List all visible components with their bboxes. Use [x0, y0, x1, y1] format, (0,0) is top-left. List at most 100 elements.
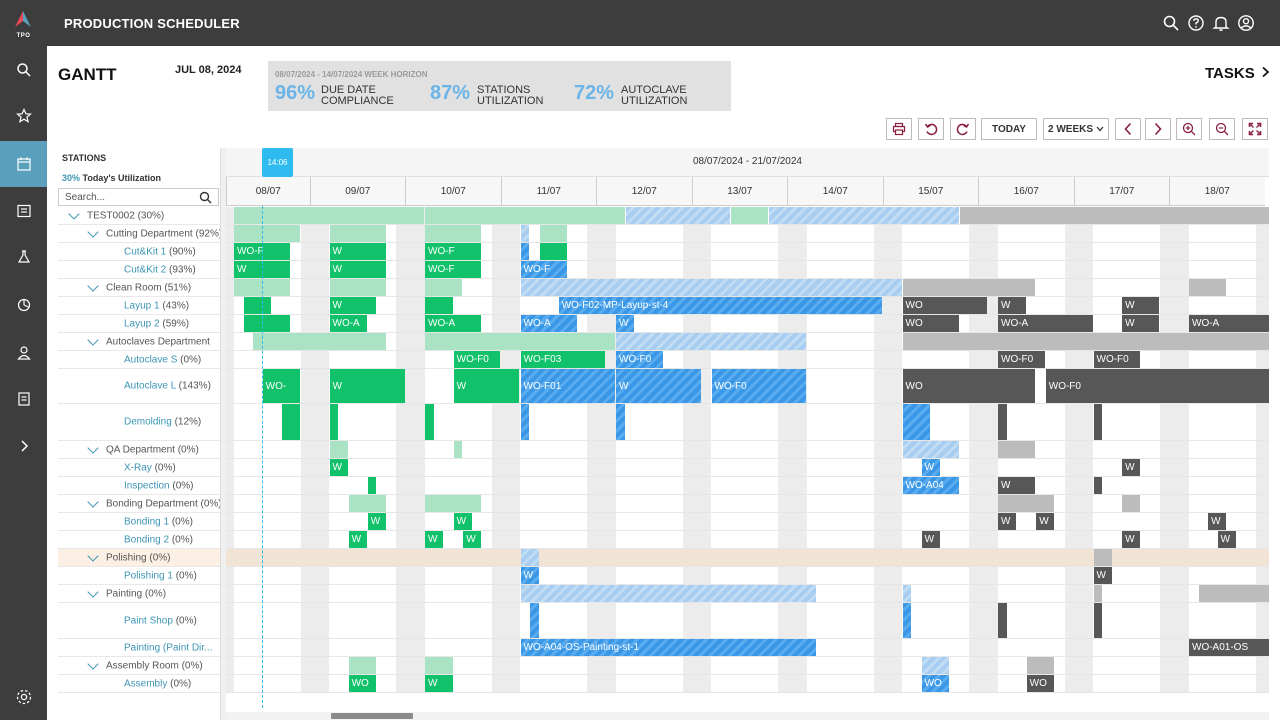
tree-station-row[interactable]: Paint Shop (0%) [58, 603, 220, 639]
tree-group-row[interactable]: Polishing (0%) [58, 549, 220, 567]
task-bar[interactable]: WO- [262, 369, 300, 403]
horizontal-scrollbar[interactable] [226, 712, 1269, 720]
task-bar[interactable] [1122, 495, 1141, 512]
task-bar[interactable]: WO-A [520, 315, 577, 332]
task-bar[interactable]: W [425, 675, 453, 692]
task-bar[interactable] [425, 225, 482, 242]
tree-station-row[interactable]: Demolding (12%) [58, 404, 220, 441]
task-bar[interactable] [902, 603, 912, 638]
task-bar[interactable] [520, 279, 902, 296]
chevron-down-icon[interactable] [87, 657, 99, 670]
zoom-in-button[interactable] [1176, 118, 1202, 140]
nav-reports[interactable] [0, 376, 47, 422]
fullscreen-button[interactable] [1242, 118, 1268, 140]
nav-materials[interactable] [0, 234, 47, 280]
task-bar[interactable]: WO-F0 [616, 351, 663, 368]
task-bar[interactable] [348, 495, 386, 512]
range-select[interactable]: 2 WEEKS [1043, 118, 1109, 140]
task-bar[interactable]: WO-F [425, 243, 482, 260]
task-bar[interactable]: WO [348, 675, 377, 692]
task-bar[interactable] [329, 225, 386, 242]
task-bar[interactable] [902, 279, 1036, 296]
task-bar[interactable] [1093, 585, 1103, 602]
redo-button[interactable] [950, 118, 976, 140]
task-bar[interactable] [425, 207, 625, 224]
tree-station-row[interactable]: Bonding 2 (0%) [58, 531, 220, 549]
task-bar[interactable] [1026, 657, 1055, 674]
task-bar[interactable] [625, 207, 730, 224]
task-bar[interactable] [921, 657, 950, 674]
account-icon[interactable] [1237, 14, 1255, 32]
task-bar[interactable]: WO-F03 [520, 351, 606, 368]
task-bar[interactable]: WO-F0 [1093, 351, 1141, 368]
tree-station-row[interactable]: Autoclave S (0%) [58, 351, 220, 369]
tree-group-row[interactable]: TEST0002 (30%) [58, 207, 220, 225]
bell-icon[interactable] [1212, 14, 1230, 32]
tree-group-row[interactable]: QA Department (0%) [58, 441, 220, 459]
task-bar[interactable] [520, 225, 530, 242]
chevron-down-icon[interactable] [87, 279, 99, 292]
task-bar[interactable]: WO-F [425, 261, 482, 278]
task-bar[interactable] [998, 495, 1055, 512]
app-logo[interactable]: TPO [0, 0, 47, 46]
task-bar[interactable] [902, 333, 1269, 350]
task-bar[interactable] [902, 585, 912, 602]
chevron-down-icon[interactable] [87, 549, 99, 562]
tasks-link[interactable]: TASKS [1205, 65, 1270, 82]
task-bar[interactable]: W [329, 459, 348, 476]
tree-group-row[interactable]: Clean Room (51%) [58, 279, 220, 297]
task-bar[interactable] [998, 441, 1036, 458]
task-bar[interactable]: WO-F0 [711, 369, 806, 403]
help-icon[interactable] [1187, 14, 1205, 32]
task-bar[interactable] [730, 207, 768, 224]
task-bar[interactable] [1093, 549, 1112, 566]
tree-group-row[interactable]: Autoclaves Department [58, 333, 220, 351]
task-bar[interactable] [902, 404, 931, 440]
chevron-down-icon[interactable] [87, 585, 99, 598]
task-bar[interactable]: W [1036, 513, 1055, 530]
task-bar[interactable]: WO [1026, 675, 1055, 692]
task-bar[interactable]: W [425, 531, 444, 548]
nav-scheduler[interactable] [0, 141, 47, 187]
task-bar[interactable]: WO-A [425, 315, 482, 332]
task-bar[interactable] [367, 477, 377, 494]
tree-station-row[interactable]: Painting (Paint Dir... [58, 639, 220, 657]
task-bar[interactable] [425, 657, 453, 674]
chevron-down-icon[interactable] [87, 333, 99, 346]
task-bar[interactable] [520, 243, 530, 260]
nav-expand[interactable] [0, 423, 47, 469]
task-bar[interactable] [348, 657, 377, 674]
tree-group-row[interactable]: Bonding Department (0%) [58, 495, 220, 513]
chevron-down-icon[interactable] [87, 225, 99, 238]
task-bar[interactable]: W [616, 369, 701, 403]
task-bar[interactable]: W [1122, 531, 1141, 548]
tree-station-row[interactable]: Inspection (0%) [58, 477, 220, 495]
task-bar[interactable]: W [1122, 297, 1160, 314]
today-button[interactable]: TODAY [981, 118, 1037, 140]
task-bar[interactable]: W [329, 297, 377, 314]
task-bar[interactable]: WO-F0 [453, 351, 501, 368]
task-bar[interactable]: W [1217, 531, 1236, 548]
task-bar[interactable] [539, 225, 568, 242]
task-bar[interactable] [329, 279, 386, 296]
task-bar[interactable] [1198, 585, 1269, 602]
tree-station-row[interactable]: Polishing 1 (0%) [58, 567, 220, 585]
chevron-down-icon[interactable] [87, 495, 99, 508]
task-bar[interactable] [243, 315, 291, 332]
tree-group-row[interactable]: Painting (0%) [58, 585, 220, 603]
nav-favorites[interactable] [0, 93, 47, 139]
tree-station-row[interactable]: Autoclave L (143%) [58, 369, 220, 404]
task-bar[interactable] [520, 549, 539, 566]
tree-station-row[interactable]: Cut&Kit 2 (93%) [58, 261, 220, 279]
task-bar[interactable]: WO [921, 675, 950, 692]
task-bar[interactable] [425, 495, 482, 512]
task-bar[interactable]: WO-A [998, 315, 1093, 332]
task-bar[interactable] [998, 404, 1007, 440]
task-bar[interactable]: W [367, 513, 386, 530]
next-period-button[interactable] [1145, 118, 1171, 140]
task-bar[interactable] [1093, 477, 1103, 494]
tree-group-row[interactable]: Cutting Department (92%) [58, 225, 220, 243]
chevron-down-icon[interactable] [68, 207, 80, 220]
task-bar[interactable]: W [463, 531, 482, 548]
tree-station-row[interactable]: X-Ray (0%) [58, 459, 220, 477]
